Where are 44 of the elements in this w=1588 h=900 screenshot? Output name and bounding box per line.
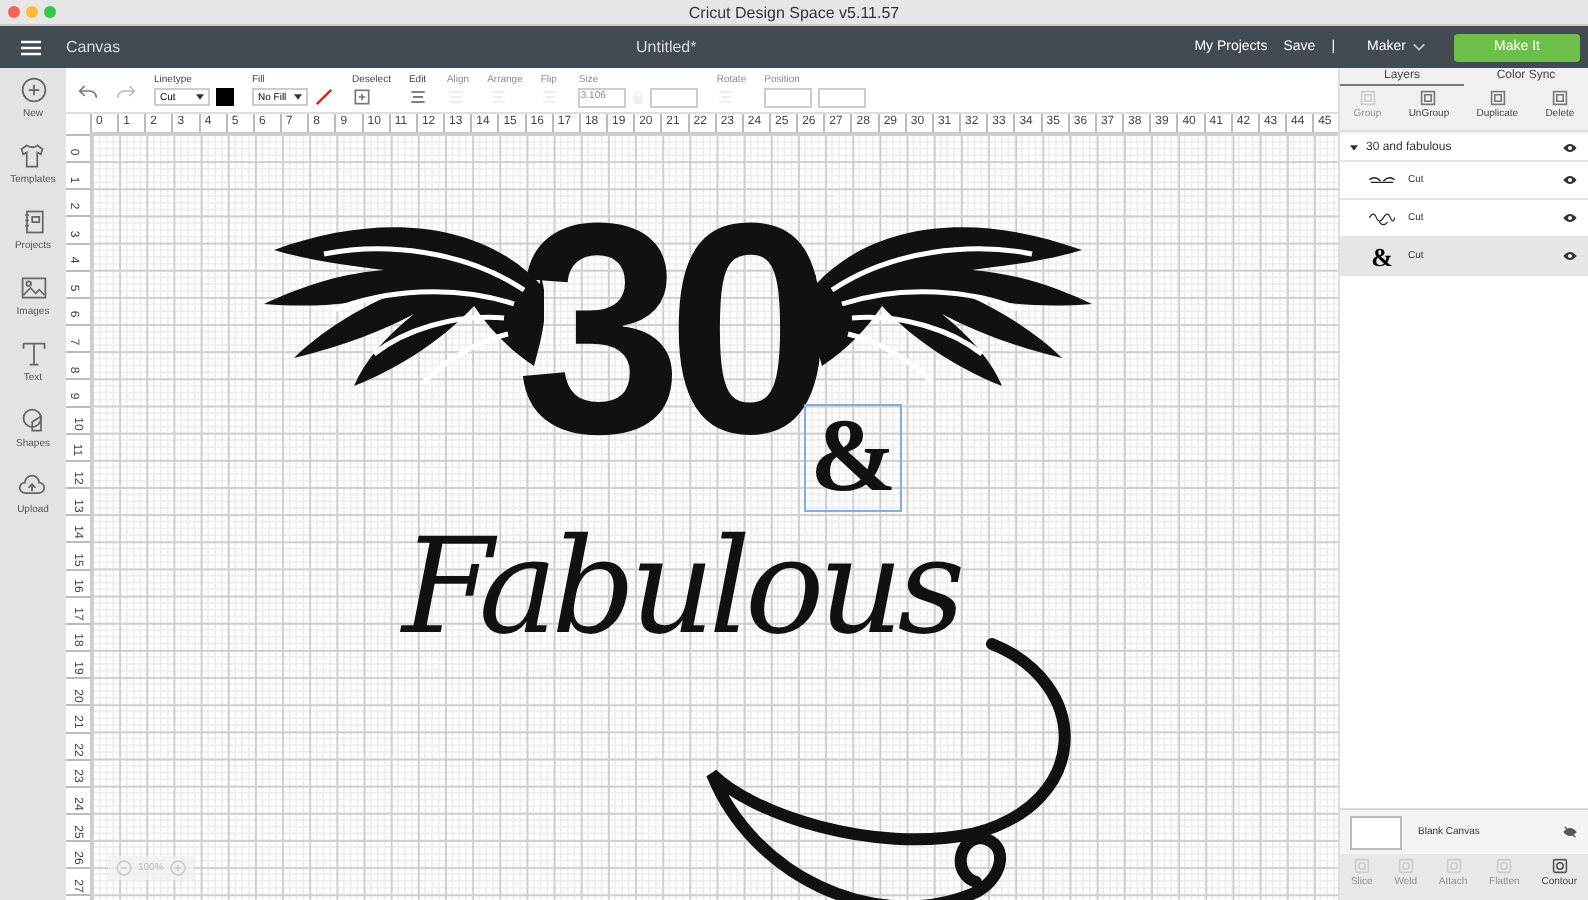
eye-icon[interactable] (1562, 174, 1578, 186)
eye-icon[interactable] (1562, 212, 1578, 224)
document-title: Untitled* (636, 38, 697, 56)
caret-icon (196, 94, 204, 100)
sidebar-icon (19, 274, 47, 302)
layer-thumbnail: & (1369, 243, 1395, 269)
window-title: Cricut Design Space v5.11.57 (688, 3, 900, 21)
action-icon (1397, 858, 1414, 874)
section-title: Canvas (66, 38, 121, 56)
sidebar-icon (18, 472, 47, 500)
canvas-swatch (1350, 815, 1402, 849)
action-icon (1489, 90, 1506, 106)
caret-icon (294, 94, 302, 100)
action-icon (1353, 858, 1370, 874)
deselect-icon[interactable] (352, 88, 372, 106)
zoom-out-icon[interactable] (116, 860, 132, 876)
sidebar-icon (19, 406, 47, 434)
sidebar-icon (19, 208, 47, 236)
eye-icon[interactable] (1562, 250, 1578, 262)
close-window-button[interactable] (8, 6, 20, 18)
action-icon (1551, 858, 1568, 874)
wings-thumbnail-icon (1368, 171, 1396, 189)
minimize-window-button[interactable] (26, 6, 38, 18)
no-fill-icon[interactable] (314, 88, 334, 106)
expand-arrow-icon[interactable] (1350, 143, 1358, 151)
sidebar-icon (19, 340, 47, 368)
hidden-eye-icon[interactable] (1562, 826, 1578, 838)
action-icon (1359, 90, 1376, 106)
chevron-down-icon (1412, 42, 1426, 52)
action-icon (1496, 858, 1513, 874)
undo-icon[interactable] (78, 81, 98, 99)
action-icon (1551, 90, 1568, 106)
sidebar-icon (19, 76, 47, 104)
redo-icon[interactable] (116, 81, 136, 99)
zoom-window-button[interactable] (44, 6, 56, 18)
eye-icon[interactable] (1562, 141, 1578, 153)
zoom-in-icon[interactable] (169, 860, 186, 876)
sidebar-icon (18, 142, 47, 170)
action-icon (1445, 858, 1462, 874)
color-swatch[interactable] (216, 88, 234, 106)
action-icon (1420, 90, 1437, 106)
menu-icon[interactable] (20, 39, 42, 55)
design-word: Fabulous (402, 522, 960, 654)
script-thumbnail-icon (1368, 209, 1396, 227)
